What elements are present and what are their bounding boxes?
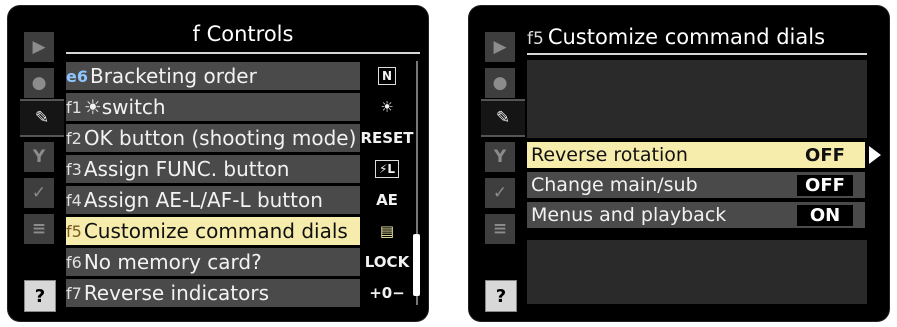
option-label: Change main/sub [531, 174, 698, 196]
item-code: f5 [66, 221, 82, 241]
page-title: f Controls [192, 22, 294, 46]
item-code: f4 [66, 190, 82, 210]
option-change-main-sub[interactable]: Change main/sub OFF [527, 172, 865, 198]
item-value: RESET [360, 124, 414, 152]
item-label: Bracketing order [89, 64, 257, 88]
controls-menu-screen: ▶ ● ✎ Y ✓ ≡ ? f Controls e6 Bracketing o… [8, 6, 428, 321]
item-value: N [362, 62, 412, 90]
item-value: ⚡L [362, 155, 412, 183]
retouch-menu-icon[interactable]: ✓ [24, 178, 54, 208]
menu-item-bracketing-order[interactable]: e6 Bracketing order [66, 62, 360, 90]
item-code: f2 [66, 128, 82, 148]
menu-sidebar: ▶ ● ✎ Y ✓ ≡ ? [469, 6, 527, 321]
custom-settings-pencil-icon[interactable]: ✎ [481, 99, 525, 137]
menu-item-assign-func-button[interactable]: f3 Assign FUNC. button [66, 155, 360, 183]
menu-item-ok-button[interactable]: f2 OK button (shooting mode) [66, 124, 360, 152]
item-label: OK button (shooting mode) [83, 126, 357, 150]
option-value: ON [797, 204, 853, 226]
option-menus-and-playback[interactable]: Menus and playback ON [527, 202, 865, 228]
help-icon[interactable]: ? [485, 280, 517, 312]
shooting-menu-icon[interactable]: ● [485, 68, 515, 98]
item-label: Reverse indicators [83, 281, 270, 305]
menu-item-customize-command-dials[interactable]: f5 Customize command dials [66, 217, 360, 245]
recent-settings-icon[interactable]: ≡ [24, 214, 54, 244]
option-reverse-rotation[interactable]: Reverse rotation OFF [527, 142, 881, 168]
custom-settings-pencil-icon[interactable]: ✎ [20, 99, 64, 137]
submenu-arrow-icon[interactable] [869, 146, 881, 164]
item-label: Customize command dials [83, 219, 348, 243]
scrollbar-thumb[interactable] [413, 234, 420, 296]
item-code: f1 [66, 97, 82, 117]
setup-menu-icon[interactable]: Y [24, 142, 54, 172]
item-value: ☀ [362, 93, 412, 121]
command-dials-submenu-screen: ▶ ● ✎ Y ✓ ≡ ? f5 Customize command dials … [469, 6, 889, 321]
title-divider [527, 53, 867, 55]
submenu-empty-area [527, 240, 867, 304]
option-label: Menus and playback [531, 204, 727, 226]
menu-item-no-memory-card[interactable]: f6 No memory card? [66, 248, 360, 276]
option-label: Reverse rotation [531, 144, 688, 166]
shooting-menu-icon[interactable]: ● [24, 68, 54, 98]
option-value: OFF [797, 174, 853, 196]
playback-menu-icon[interactable]: ▶ [24, 32, 54, 62]
submenu-empty-area [527, 60, 867, 138]
menu-item-switch[interactable]: f1 ☀switch [66, 93, 360, 121]
item-label: ☀switch [83, 95, 166, 119]
item-code: f3 [66, 159, 82, 179]
item-value: LOCK [362, 248, 412, 276]
recent-settings-icon[interactable]: ≡ [485, 214, 515, 244]
retouch-menu-icon[interactable]: ✓ [485, 178, 515, 208]
item-code: e6 [66, 66, 88, 86]
playback-menu-icon[interactable]: ▶ [485, 32, 515, 62]
help-icon[interactable]: ? [24, 280, 56, 312]
menu-sidebar: ▶ ● ✎ Y ✓ ≡ ? [8, 6, 66, 321]
option-value: OFF [805, 144, 845, 166]
title-code: f5 [527, 29, 544, 49]
item-code: f6 [66, 252, 82, 272]
page-title: f5 Customize command dials [527, 25, 825, 49]
menu-item-reverse-indicators[interactable]: f7 Reverse indicators [66, 279, 360, 307]
menu-item-assign-ae-af-button[interactable]: f4 Assign AE-L/AF-L button [66, 186, 360, 214]
item-label: No memory card? [83, 250, 262, 274]
item-value: +0− [362, 279, 412, 307]
setup-menu-icon[interactable]: Y [485, 142, 515, 172]
item-label: Assign FUNC. button [83, 157, 290, 181]
item-value: AE [362, 186, 412, 214]
title-divider [66, 52, 420, 54]
item-label: Assign AE-L/AF-L button [83, 188, 323, 212]
title-text: Customize command dials [547, 25, 826, 49]
item-value: ▤ [362, 217, 412, 245]
item-code: f7 [66, 283, 82, 303]
